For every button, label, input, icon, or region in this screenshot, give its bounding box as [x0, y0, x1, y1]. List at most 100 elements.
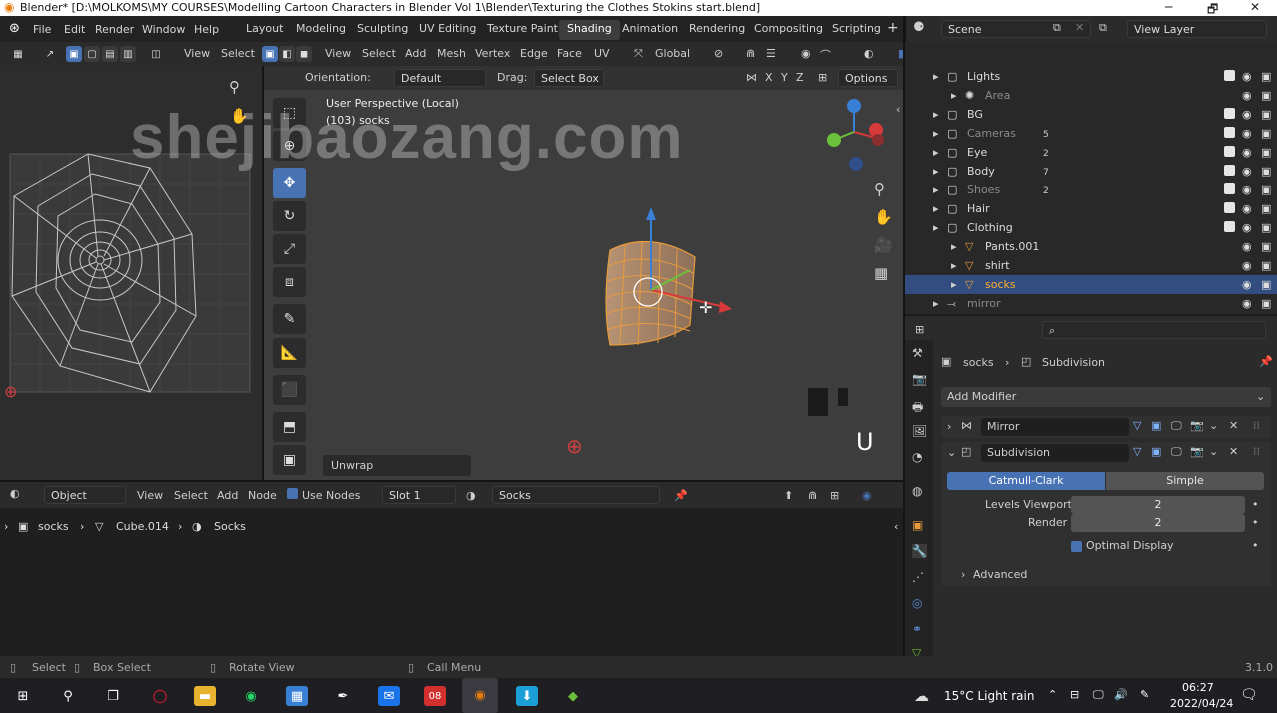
add-modifier-dropdown[interactable]: Add Modifier ⌄ — [941, 387, 1271, 407]
edit-mode-icon[interactable]: ▽ — [1133, 445, 1141, 458]
render-icon[interactable]: ▣ — [1261, 146, 1271, 159]
transform-orientation-dropdown[interactable]: Global — [655, 47, 690, 60]
uv-edge-select-icon[interactable]: ▢ — [84, 46, 100, 62]
particles-tab-icon[interactable]: ⋰ — [912, 570, 924, 584]
expand-arrow-icon[interactable]: ▸ — [933, 297, 939, 310]
overlay-icon[interactable]: ◉ — [862, 489, 872, 502]
material-selector[interactable]: Socks — [492, 486, 660, 504]
uv-overlay-icon[interactable]: ◫ — [148, 46, 164, 62]
notifications-icon[interactable]: 🗨 — [1240, 687, 1258, 703]
render-icon[interactable]: ▣ — [1261, 70, 1271, 83]
constraints-tab-icon[interactable]: ⚭ — [912, 622, 922, 636]
expand-arrow-icon[interactable]: ▸ — [951, 240, 957, 253]
vp-menu-face[interactable]: Face — [557, 47, 582, 60]
falloff-icon[interactable]: ⌒ — [820, 47, 831, 63]
tray-device-icon[interactable]: ⊟ — [1070, 688, 1079, 701]
tab-layout[interactable]: Layout — [238, 20, 291, 40]
keyframe-dot-icon[interactable]: • — [1252, 498, 1259, 511]
node-editor-type-icon[interactable]: ◐ — [10, 487, 20, 500]
output-tab-icon[interactable]: 🖶 — [912, 398, 923, 419]
expand-arrow-icon[interactable]: ▸ — [933, 183, 939, 196]
node-menu-view[interactable]: View — [137, 489, 163, 502]
material-icon[interactable]: ◑ — [466, 489, 476, 502]
eye-icon[interactable]: ◉ — [1242, 278, 1252, 291]
render-levels-field[interactable]: 2 — [1071, 514, 1245, 532]
breadcrumb-toggle-icon[interactable]: › — [4, 520, 8, 533]
transform-orientation-icon[interactable]: ⤧ — [634, 47, 643, 61]
outliner-row[interactable]: ▸ ▽ Pants.001 ◉ ▣ — [905, 237, 1277, 256]
optimal-display-checkbox[interactable] — [1071, 541, 1082, 552]
start-icon[interactable]: ⊞ — [12, 686, 34, 706]
pin-icon[interactable]: 📌 — [1259, 355, 1273, 368]
outliner-row[interactable]: ▸ ▢ Eye 2 ◉ ▣ — [905, 143, 1277, 162]
vp-menu-view[interactable]: View — [325, 47, 351, 60]
node-menu-add[interactable]: Add — [217, 489, 238, 502]
expand-icon[interactable]: › — [947, 420, 951, 433]
options-dropdown[interactable]: Options — [838, 69, 898, 87]
expand-arrow-icon[interactable]: ▸ — [933, 70, 939, 83]
physics-tab-icon[interactable]: ◎ — [912, 596, 922, 610]
scale-tool[interactable]: ⤢ — [273, 234, 306, 264]
scene-tab-icon[interactable]: ◔ — [912, 450, 922, 464]
vp-menu-select[interactable]: Select — [362, 47, 396, 60]
cage-icon[interactable]: ▣ — [1151, 419, 1161, 432]
chevron-down-icon[interactable]: ⌄ — [1209, 445, 1218, 458]
vp-menu-uv[interactable]: UV — [594, 47, 610, 60]
office-app-icon[interactable]: 08 — [424, 686, 446, 706]
exclude-checkbox[interactable] — [1224, 107, 1235, 119]
expand-arrow-icon[interactable]: ▸ — [933, 108, 939, 121]
clock-date[interactable]: 2022/04/24 — [1170, 697, 1233, 710]
exclude-checkbox[interactable] — [1224, 126, 1235, 138]
orientation-dropdown[interactable]: Default — [394, 69, 486, 87]
outliner-row[interactable]: ▸ ▢ BG ◉ ▣ — [905, 105, 1277, 124]
render-icon[interactable]: ▣ — [1261, 259, 1271, 272]
blender-taskbar-icon[interactable]: ◉ — [462, 678, 498, 713]
area-divider[interactable] — [262, 66, 264, 480]
outliner-row[interactable]: ▸ ▢ Clothing ◉ ▣ — [905, 218, 1277, 237]
chevron-down-icon[interactable]: ⌄ — [1209, 419, 1218, 432]
edge-mode-icon[interactable]: ◧ — [279, 46, 295, 62]
viewport-pan-icon[interactable]: ✋ — [874, 208, 893, 226]
object-mode-dropdown[interactable]: Object — [44, 486, 126, 504]
vp-menu-add[interactable]: Add — [405, 47, 426, 60]
exclude-checkbox[interactable] — [1224, 164, 1235, 176]
render-icon[interactable]: ▣ — [1261, 221, 1271, 234]
blender-menu-icon[interactable]: ⊛ — [9, 21, 20, 36]
weather-icon[interactable]: ☁ — [914, 687, 929, 705]
subdivision-modifier-panel[interactable]: ⌄ ◰ Subdivision ▽ ▣ 🖵 📷 ⌄ ✕ ⁞⁞ Catmull-C… — [941, 442, 1271, 586]
tray-chevron-icon[interactable]: ⌃ — [1048, 688, 1057, 701]
calculator-icon[interactable]: ▦ — [286, 686, 308, 706]
mirror-modifier-panel[interactable]: › ⋈ Mirror ▽ ▣ 🖵 📷 ⌄ ✕ ⁞⁞ — [941, 416, 1271, 438]
cage-icon[interactable]: ▣ — [1151, 445, 1161, 458]
uv-cursor-icon[interactable]: ⊕ — [4, 382, 17, 401]
menu-window[interactable]: Window — [142, 23, 185, 36]
axis-x-toggle[interactable]: X — [765, 71, 773, 84]
uv-vertex-select-icon[interactable]: ▣ — [66, 46, 82, 62]
outliner-row[interactable]: ▸ ▢ Cameras 5 ◉ ▣ — [905, 124, 1277, 143]
vp-menu-mesh[interactable]: Mesh — [437, 47, 466, 60]
scene-selector[interactable]: Scene — [941, 20, 1091, 38]
minimize-button[interactable]: ─ — [1165, 0, 1172, 14]
render-display-icon[interactable]: 📷 — [1190, 419, 1204, 432]
menu-help[interactable]: Help — [194, 23, 219, 36]
new-scene-icon[interactable]: ⧉ — [1053, 21, 1061, 35]
drag-handle-icon[interactable]: ⁞⁞ — [1253, 419, 1260, 432]
eye-icon[interactable]: ◉ — [1242, 146, 1252, 159]
transform-tool[interactable]: ⧈ — [273, 267, 306, 297]
tab-rendering[interactable]: Rendering — [681, 20, 753, 40]
sketch-app-icon[interactable]: ✒ — [332, 686, 354, 706]
uv-menu-view[interactable]: View — [184, 47, 210, 60]
vp-menu-edge[interactable]: Edge — [520, 47, 548, 60]
viewport-zoom-icon[interactable]: ⚲ — [874, 180, 885, 198]
use-nodes-checkbox[interactable] — [287, 488, 298, 499]
3d-cursor-icon[interactable]: ⊕ — [566, 434, 583, 458]
eye-icon[interactable]: ◉ — [1242, 259, 1252, 272]
expand-arrow-icon[interactable]: ▸ — [951, 259, 957, 272]
tab-animation[interactable]: Animation — [614, 20, 686, 40]
close-button[interactable]: ✕ — [1250, 0, 1260, 14]
task-view-icon[interactable]: ❐ — [102, 686, 124, 706]
eye-icon[interactable]: ◉ — [1242, 127, 1252, 140]
axis-y-toggle[interactable]: Y — [781, 71, 788, 84]
eye-icon[interactable]: ◉ — [1242, 70, 1252, 83]
vertex-mode-icon[interactable]: ▣ — [262, 46, 278, 62]
